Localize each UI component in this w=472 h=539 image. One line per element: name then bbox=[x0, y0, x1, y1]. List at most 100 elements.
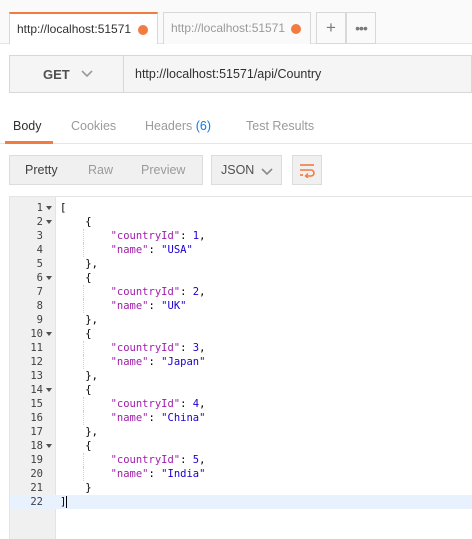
fold-toggle-icon[interactable] bbox=[46, 332, 52, 336]
code-text: "countryId": 3, bbox=[60, 341, 206, 355]
code-line: 8 "name": "UK" bbox=[10, 299, 472, 313]
code-text: "countryId": 1, bbox=[60, 229, 206, 243]
chevron-down-icon bbox=[261, 168, 273, 176]
fold-toggle-icon[interactable] bbox=[46, 444, 52, 448]
pretty-button[interactable]: Pretty bbox=[25, 163, 58, 177]
chevron-down-icon bbox=[81, 70, 93, 78]
code-text: "countryId": 4, bbox=[60, 397, 206, 411]
format-select[interactable]: JSON bbox=[211, 155, 282, 185]
line-number: 5 bbox=[36, 258, 43, 270]
line-number: 9 bbox=[36, 314, 43, 326]
indent-guide bbox=[83, 285, 85, 299]
fold-toggle-icon[interactable] bbox=[46, 206, 52, 210]
code-token: "Japan" bbox=[161, 356, 206, 368]
code-line: 6 { bbox=[10, 271, 472, 285]
new-tab-button[interactable]: + bbox=[316, 12, 346, 44]
line-number: 20 bbox=[30, 468, 43, 480]
more-tabs-button[interactable]: ••• bbox=[346, 12, 376, 44]
raw-button[interactable]: Raw bbox=[88, 163, 113, 177]
code-text: }, bbox=[60, 313, 98, 327]
line-number: 15 bbox=[30, 398, 43, 410]
view-mode-toggle: Pretty Raw Preview bbox=[9, 155, 203, 185]
code-token: "countryId" bbox=[110, 398, 181, 410]
code-line: 10 { bbox=[10, 327, 472, 341]
code-token: : bbox=[148, 468, 162, 480]
code-token: , bbox=[199, 454, 206, 466]
code-token: , bbox=[199, 286, 206, 298]
response-body-viewer[interactable]: 1[2 {3 "countryId": 1, 4 "name": "USA" 5 }… bbox=[9, 196, 472, 539]
request-tab-1[interactable]: http://localhost:51571 bbox=[9, 12, 158, 44]
code-line: 9 }, bbox=[10, 313, 472, 327]
code-token: { bbox=[60, 216, 92, 228]
code-token: "UK" bbox=[161, 300, 187, 312]
code-line: 18 { bbox=[10, 439, 472, 453]
code-token: : bbox=[180, 454, 193, 466]
preview-button[interactable]: Preview bbox=[141, 163, 185, 177]
url-input[interactable] bbox=[124, 56, 471, 92]
code-token: "countryId" bbox=[110, 342, 181, 354]
code-line: 21 } bbox=[10, 481, 472, 495]
code-text: "name": "USA" bbox=[60, 243, 193, 257]
line-number: 10 bbox=[30, 328, 43, 340]
unsaved-dot-icon bbox=[291, 24, 301, 34]
code-token: }, bbox=[60, 314, 98, 326]
line-number: 22 bbox=[30, 496, 43, 508]
code-line: 20 "name": "India" bbox=[10, 467, 472, 481]
tab-body[interactable]: Body bbox=[13, 119, 42, 133]
code-token: }, bbox=[60, 258, 98, 270]
line-number: 18 bbox=[30, 440, 43, 452]
code-token: : bbox=[180, 342, 193, 354]
line-number: 2 bbox=[36, 216, 43, 228]
tab-cookies[interactable]: Cookies bbox=[71, 119, 116, 133]
fold-toggle-icon[interactable] bbox=[46, 220, 52, 224]
code-token: "India" bbox=[161, 468, 206, 480]
request-tab-2[interactable]: http://localhost:51571 bbox=[163, 12, 311, 44]
code-token: , bbox=[199, 398, 206, 410]
code-line: 3 "countryId": 1, bbox=[10, 229, 472, 243]
code-text: { bbox=[60, 271, 92, 285]
line-number: 13 bbox=[30, 370, 43, 382]
code-line: 2 { bbox=[10, 215, 472, 229]
fold-toggle-icon[interactable] bbox=[46, 388, 52, 392]
code-text: [ bbox=[60, 201, 66, 215]
indent-guide bbox=[83, 229, 85, 243]
indent-guide bbox=[83, 299, 85, 313]
code-token: } bbox=[60, 482, 92, 494]
headers-count-badge: (6) bbox=[195, 119, 212, 133]
text-cursor bbox=[66, 496, 67, 508]
code-text: { bbox=[60, 215, 92, 229]
line-number: 19 bbox=[30, 454, 43, 466]
request-tab-strip: http://localhost:51571 http://localhost:… bbox=[0, 0, 472, 44]
code-line: 22] bbox=[10, 495, 472, 509]
code-token: : bbox=[180, 230, 193, 242]
code-token: : bbox=[180, 286, 193, 298]
code-line: 17 }, bbox=[10, 425, 472, 439]
code-token: "name" bbox=[110, 356, 149, 368]
method-select[interactable]: GET bbox=[10, 56, 124, 92]
code-token: "countryId" bbox=[110, 230, 181, 242]
code-token: "USA" bbox=[161, 244, 193, 256]
wrap-lines-icon bbox=[300, 164, 315, 178]
fold-toggle-icon[interactable] bbox=[46, 276, 52, 280]
tab-headers[interactable]: Headers (6) bbox=[145, 119, 211, 133]
code-token: { bbox=[60, 272, 92, 284]
code-token: , bbox=[199, 342, 206, 354]
wrap-lines-button[interactable] bbox=[292, 155, 322, 185]
line-number: 11 bbox=[30, 342, 43, 354]
code-token: : bbox=[148, 244, 162, 256]
code-line: 4 "name": "USA" bbox=[10, 243, 472, 257]
line-number: 6 bbox=[36, 272, 43, 284]
unsaved-dot-icon bbox=[138, 25, 148, 35]
line-number: 4 bbox=[36, 244, 43, 256]
format-label: JSON bbox=[221, 163, 255, 177]
code-token: : bbox=[148, 356, 162, 368]
request-tab-label: http://localhost:51571 bbox=[17, 22, 132, 36]
code-token: "name" bbox=[110, 244, 149, 256]
tab-test-results[interactable]: Test Results bbox=[246, 119, 314, 133]
code-line: 13 }, bbox=[10, 369, 472, 383]
line-number: 16 bbox=[30, 412, 43, 424]
code-line: 12 "name": "Japan" bbox=[10, 355, 472, 369]
